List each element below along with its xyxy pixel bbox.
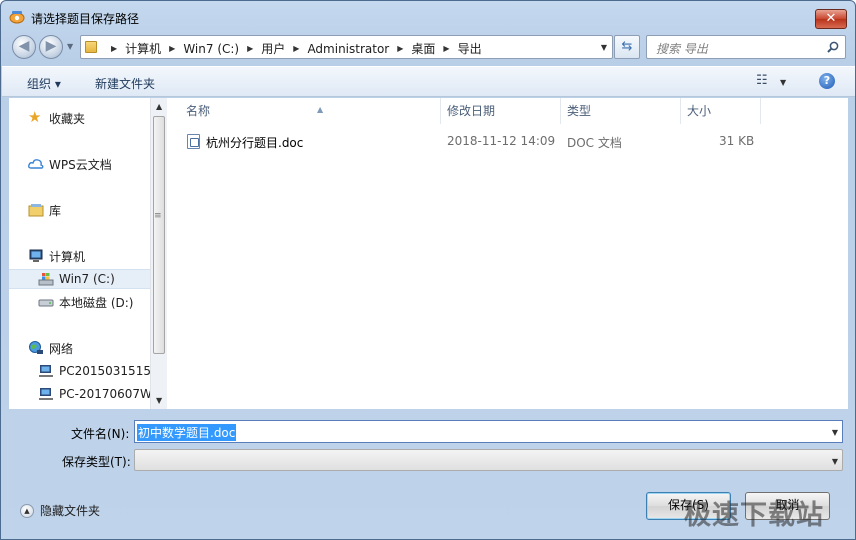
scroll-down-icon[interactable]: ▼ xyxy=(156,396,162,405)
scroll-up-icon[interactable]: ▲ xyxy=(156,102,162,111)
breadcrumb: ▶ 计算机 ▶ Win7 (C:) ▶ 用户 ▶ Administrator ▶… xyxy=(103,40,482,57)
scroll-thumb[interactable] xyxy=(153,116,165,354)
back-button[interactable]: ◀ xyxy=(12,35,36,59)
collapse-icon: ▲ xyxy=(20,503,34,518)
column-header-name[interactable]: 名称 ▲ xyxy=(179,98,441,124)
network-globe-icon xyxy=(29,341,43,354)
navigation-bar: ◀ ▶ ▼ ▶ 计算机 ▶ Win7 (C:) ▶ 用户 ▶ Administr… xyxy=(1,33,855,63)
help-button[interactable]: ? xyxy=(819,73,835,89)
address-bar[interactable]: ▶ 计算机 ▶ Win7 (C:) ▶ 用户 ▶ Administrator ▶… xyxy=(80,35,613,59)
file-size: 31 KB xyxy=(719,134,755,148)
new-folder-button[interactable]: 新建文件夹 xyxy=(95,75,155,92)
filename-field[interactable]: 初中数学题目.doc ▼ xyxy=(134,420,843,443)
refresh-button[interactable]: ⇆ xyxy=(614,35,640,59)
filename-value: 初中数学题目.doc xyxy=(137,424,237,441)
file-row[interactable]: 杭州分行题目.doc 2018-11-12 14:09 DOC 文档 31 KB xyxy=(168,131,848,153)
nav-item-drive-d[interactable]: 本地磁盘 (D:) xyxy=(9,292,150,312)
file-name: 杭州分行题目.doc xyxy=(206,136,304,150)
dialog-content: ★ 收藏夹 WPS云文档 库 计算机 Win7 (C:) 本地磁盘 (D:) 网… xyxy=(9,98,848,409)
title-bar: 请选择题目保存路径 ✕ xyxy=(1,1,855,33)
breadcrumb-separator-icon[interactable]: ▶ xyxy=(397,44,403,53)
file-type: DOC 文档 xyxy=(567,136,622,150)
breadcrumb-separator-icon[interactable]: ▶ xyxy=(111,44,117,53)
hide-folders-label: 隐藏文件夹 xyxy=(40,504,101,518)
address-dropdown-icon[interactable]: ▼ xyxy=(601,43,607,52)
column-header-type[interactable]: 类型 xyxy=(560,98,681,124)
document-icon xyxy=(187,134,200,149)
nav-item-network[interactable]: 网络 xyxy=(9,338,150,358)
file-modified: 2018-11-12 14:09 xyxy=(447,134,556,148)
navigation-scrollbar[interactable]: ▲ ≡ ▼ xyxy=(150,98,167,409)
view-options-icon[interactable]: ☷ xyxy=(756,73,768,88)
filetype-dropdown-icon[interactable]: ▼ xyxy=(832,457,838,466)
refresh-icon: ⇆ xyxy=(621,39,633,54)
filetype-select[interactable]: ▼ xyxy=(134,449,843,471)
breadcrumb-users[interactable]: 用户 xyxy=(261,40,285,57)
breadcrumb-desktop[interactable]: 桌面 xyxy=(411,40,435,57)
breadcrumb-drive-c[interactable]: Win7 (C:) xyxy=(183,42,239,56)
breadcrumb-separator-icon[interactable]: ▶ xyxy=(293,44,299,53)
breadcrumb-export[interactable]: 导出 xyxy=(458,40,482,57)
nav-item-network-pc-2[interactable]: PC-20170607WJ xyxy=(9,384,150,404)
forward-button[interactable]: ▶ xyxy=(39,35,63,59)
breadcrumb-separator-icon[interactable]: ▶ xyxy=(247,44,253,53)
view-dropdown-icon[interactable]: ▼ xyxy=(780,78,786,87)
file-list: 名称 ▲ 修改日期 类型 大小 杭州分行题目.doc 2018-11-12 14… xyxy=(168,98,848,409)
search-placeholder: 搜索 导出 xyxy=(656,42,708,56)
hide-folders-toggle[interactable]: ▲ 隐藏文件夹 xyxy=(20,502,100,519)
nav-item-network-pc-1[interactable]: PC2015031515396 xyxy=(9,361,150,381)
library-icon xyxy=(28,204,44,217)
close-button[interactable]: ✕ xyxy=(815,9,847,29)
network-computer-icon xyxy=(39,388,53,400)
network-computer-icon xyxy=(39,365,53,377)
app-icon xyxy=(9,11,25,24)
nav-item-drive-c[interactable]: Win7 (C:) xyxy=(9,269,150,289)
breadcrumb-computer[interactable]: 计算机 xyxy=(125,40,161,57)
arrow-right-icon: ▶ xyxy=(45,38,57,54)
filename-label: 文件名(N): xyxy=(71,427,130,441)
search-icon[interactable] xyxy=(827,41,839,53)
watermark-text: 极速下载站 xyxy=(684,500,824,531)
window-title: 请选择题目保存路径 xyxy=(31,12,140,26)
nav-item-wps-cloud[interactable]: WPS云文档 xyxy=(9,154,150,174)
arrow-left-icon: ◀ xyxy=(18,38,30,54)
breadcrumb-administrator[interactable]: Administrator xyxy=(307,42,389,56)
column-header-size[interactable]: 大小 xyxy=(680,98,761,124)
filetype-label: 保存类型(T): xyxy=(62,455,131,469)
recent-locations-dropdown[interactable]: ▼ xyxy=(67,42,73,51)
column-header-modified[interactable]: 修改日期 xyxy=(440,98,561,124)
search-input[interactable]: 搜索 导出 xyxy=(646,35,846,59)
nav-item-favorites[interactable]: ★ 收藏夹 xyxy=(9,108,150,128)
save-dialog-window: 请选择题目保存路径 ✕ ◀ ▶ ▼ ▶ 计算机 ▶ Win7 (C:) ▶ 用户… xyxy=(0,0,856,540)
filename-dropdown-icon[interactable]: ▼ xyxy=(832,428,838,437)
star-icon: ★ xyxy=(28,108,42,126)
breadcrumb-separator-icon[interactable]: ▶ xyxy=(443,44,449,53)
nav-item-libraries[interactable]: 库 xyxy=(9,200,150,220)
cloud-icon xyxy=(28,159,44,169)
nav-item-computer[interactable]: 计算机 xyxy=(9,246,150,266)
sort-ascending-icon: ▲ xyxy=(317,105,324,114)
hard-drive-icon xyxy=(38,299,54,307)
navigation-pane: ★ 收藏夹 WPS云文档 库 计算机 Win7 (C:) 本地磁盘 (D:) 网… xyxy=(9,98,150,409)
windows-drive-icon xyxy=(38,273,54,286)
scroll-grip-icon: ≡ xyxy=(154,211,162,221)
breadcrumb-separator-icon[interactable]: ▶ xyxy=(169,44,175,53)
folder-icon xyxy=(85,41,97,53)
organize-menu[interactable]: 组织 ▾ xyxy=(27,75,61,92)
command-toolbar: 组织 ▾ 新建文件夹 ☷ ▼ ? xyxy=(2,66,855,97)
computer-icon xyxy=(29,249,43,262)
